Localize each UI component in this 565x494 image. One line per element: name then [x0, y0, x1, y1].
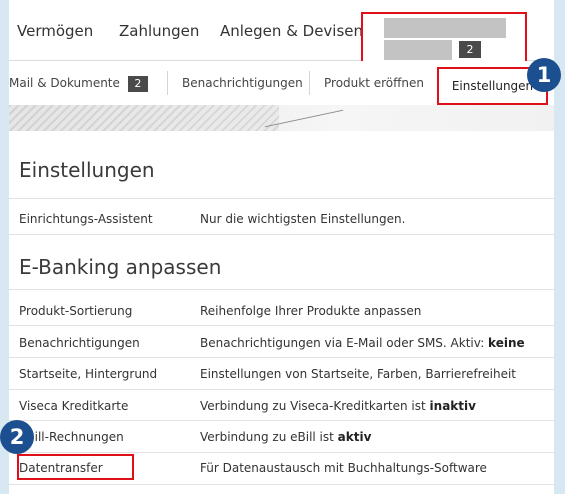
- section-title-e-banking-anpassen: E-Banking anpassen: [19, 255, 222, 279]
- settings-desc-benachrichtigungen: Benachrichtigungen via E-Mail oder SMS. …: [200, 336, 525, 350]
- divider: [9, 452, 554, 453]
- settings-desc-produkt-sortierung: Reihenfolge Ihrer Produkte anpassen: [200, 304, 422, 318]
- tab-label: Mail & Dokumente: [9, 76, 120, 90]
- settings-desc-datentransfer: Für Datenaustausch mit Buchhaltungs-Soft…: [200, 461, 487, 475]
- tab-divider: [309, 71, 310, 95]
- banner-pattern: [9, 105, 279, 131]
- desc-text: Verbindung zu Viseca-Kreditkarten ist: [200, 399, 430, 413]
- status-keine: keine: [488, 336, 525, 350]
- divider: [9, 484, 554, 485]
- settings-link-benachrichtigungen[interactable]: Benachrichtigungen: [19, 336, 140, 350]
- step-marker-2: 2: [0, 420, 34, 454]
- nav-item-vermoegen[interactable]: Vermögen: [17, 22, 93, 40]
- settings-link-produkt-sortierung[interactable]: Produkt-Sortierung: [19, 304, 132, 318]
- divider: [9, 325, 554, 326]
- status-aktiv: aktiv: [337, 430, 372, 444]
- settings-desc-startseite-hintergrund: Einstellungen von Startseite, Farben, Ba…: [200, 367, 516, 381]
- settings-panel: Vermögen Zahlungen Anlegen & Devisen 2 M…: [9, 0, 554, 494]
- settings-desc-einrichtungs-assistent: Nur die wichtigsten Einstellungen.: [200, 212, 406, 226]
- tab-divider: [167, 71, 168, 95]
- highlight-datentransfer: [17, 454, 134, 480]
- account-selector[interactable]: 2: [361, 12, 527, 64]
- account-name-redacted: [384, 18, 506, 38]
- settings-desc-viseca-kreditkarte: Verbindung zu Viseca-Kreditkarten ist in…: [200, 399, 476, 413]
- settings-link-ebill-rechnungen[interactable]: eBill-Rechnungen: [19, 430, 124, 444]
- mail-count-badge: 2: [127, 75, 148, 92]
- divider: [9, 357, 554, 358]
- tab-mail-dokumente[interactable]: Mail & Dokumente 2: [9, 61, 148, 105]
- decorative-banner: [9, 105, 554, 131]
- settings-link-einrichtungs-assistent[interactable]: Einrichtungs-Assistent: [19, 212, 153, 226]
- divider: [9, 289, 554, 290]
- settings-desc-ebill: Verbindung zu eBill ist aktiv: [200, 430, 371, 444]
- top-navigation: Vermögen Zahlungen Anlegen & Devisen 2: [9, 0, 554, 64]
- desc-text: Benachrichtigungen via E-Mail oder SMS. …: [200, 336, 489, 350]
- settings-link-startseite-hintergrund[interactable]: Startseite, Hintergrund: [19, 367, 157, 381]
- tab-benachrichtigungen[interactable]: Benachrichtigungen: [182, 61, 303, 105]
- status-inaktiv: inaktiv: [429, 399, 476, 413]
- step-marker-1: 1: [527, 58, 561, 92]
- divider: [9, 234, 554, 235]
- section-title-einstellungen: Einstellungen: [19, 158, 155, 182]
- nav-item-zahlungen[interactable]: Zahlungen: [119, 22, 199, 40]
- divider: [9, 389, 554, 390]
- account-number-redacted: [384, 40, 452, 60]
- tab-produkt-eroeffnen[interactable]: Produkt eröffnen: [324, 61, 424, 105]
- account-count-badge: 2: [459, 41, 481, 58]
- divider: [9, 198, 554, 199]
- nav-item-anlegen-devisen[interactable]: Anlegen & Devisen: [220, 22, 363, 40]
- divider: [9, 420, 554, 421]
- desc-text: Verbindung zu eBill ist: [200, 430, 338, 444]
- settings-link-viseca-kreditkarte[interactable]: Viseca Kreditkarte: [19, 399, 128, 413]
